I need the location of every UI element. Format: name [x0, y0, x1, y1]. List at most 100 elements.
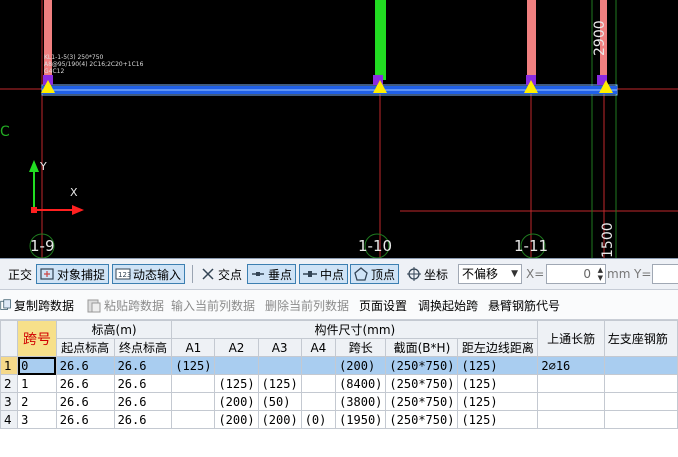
header-a2[interactable]: A2	[214, 338, 259, 357]
cell-span-no[interactable]: 3	[17, 410, 57, 429]
cell-end-elev[interactable]: 26.6	[113, 374, 173, 393]
table-row[interactable]: 1 0 26.6 26.6 (125) (200) (250*750) (125…	[0, 356, 678, 375]
cad-drawing-canvas[interactable]: KL1-1-5(3) 250*750 A8@95/190(4) 2C16;2C2…	[0, 0, 678, 258]
cell-dist-left[interactable]: (125)	[457, 392, 539, 411]
header-a4[interactable]: A4	[300, 338, 337, 357]
cell-a3[interactable]: (200)	[257, 410, 302, 429]
cell-end-elev[interactable]: 26.6	[113, 356, 173, 375]
cell-section[interactable]: (250*750)	[385, 392, 459, 411]
row-index[interactable]: 3	[0, 392, 19, 411]
cell-a1[interactable]	[171, 410, 216, 429]
cell-section[interactable]: (250*750)	[385, 374, 459, 393]
cell-start-elev[interactable]: 26.6	[55, 374, 115, 393]
y-coordinate-input[interactable]	[652, 264, 678, 284]
dynamic-input-button[interactable]: 123 动态输入	[112, 264, 186, 284]
header-end-elev[interactable]: 终点标高	[113, 338, 173, 357]
cell-top-bar[interactable]	[537, 392, 605, 411]
cell-a2[interactable]: (200)	[214, 392, 259, 411]
row-index[interactable]: 1	[0, 356, 19, 375]
input-current-column-button[interactable]: 输入当前列数据	[171, 297, 255, 314]
intersection-button[interactable]: 交点	[197, 264, 246, 284]
cell-end-elev[interactable]: 26.6	[113, 410, 173, 429]
cell-left-support[interactable]	[603, 356, 678, 375]
cell-dist-left[interactable]: (125)	[457, 374, 539, 393]
delete-current-column-button[interactable]: 删除当前列数据	[265, 297, 349, 314]
beam-annotation-1: KL1-1-5(3) 250*750	[44, 54, 104, 61]
span-data-grid[interactable]: 跨号 标高(m) 构件尺寸(mm) 上通长筋 左支座钢筋 起点标高 终点标高 A…	[0, 320, 678, 457]
cell-a4[interactable]	[300, 356, 337, 375]
cell-a1[interactable]	[171, 392, 216, 411]
coordinate-button[interactable]: 坐标	[403, 264, 452, 284]
coordinate-icon	[407, 267, 421, 281]
cell-a2[interactable]: (125)	[214, 374, 259, 393]
cell-a2[interactable]: (200)	[214, 410, 259, 429]
vertex-icon	[354, 267, 368, 281]
x-coordinate-input[interactable]: 0 ▲ ▼	[546, 264, 606, 284]
cell-section[interactable]: (250*750)	[385, 356, 459, 375]
cell-span-len[interactable]: (1950)	[335, 410, 387, 429]
adjust-start-span-button[interactable]: 调换起始跨	[418, 297, 478, 314]
cad-drawing	[0, 0, 678, 258]
cell-dist-left[interactable]: (125)	[457, 356, 539, 375]
cell-top-bar[interactable]	[537, 374, 605, 393]
header-span-len[interactable]: 跨长	[335, 338, 387, 357]
cell-a4[interactable]	[300, 392, 337, 411]
cell-left-support[interactable]	[603, 374, 678, 393]
cell-span-no[interactable]: 2	[17, 392, 57, 411]
cell-a3[interactable]: (50)	[257, 392, 302, 411]
header-dist-left[interactable]: 距左边线距离	[457, 338, 539, 357]
header-a1[interactable]: A1	[171, 338, 216, 357]
copy-span-button[interactable]: 复制跨数据	[0, 297, 74, 314]
cell-dist-left[interactable]: (125)	[457, 410, 539, 429]
unit-label: mm	[607, 267, 631, 281]
table-row[interactable]: 3 2 26.6 26.6 (200) (50) (3800) (250*750…	[0, 392, 678, 411]
cell-a4[interactable]	[300, 374, 337, 393]
cell-a4[interactable]: (0)	[300, 410, 337, 429]
dimension-2900: 2900	[592, 20, 608, 56]
dynamic-input-icon: 123	[115, 268, 131, 280]
paste-icon	[87, 299, 101, 313]
table-row[interactable]: 2 1 26.6 26.6 (125) (125) (8400) (250*75…	[0, 374, 678, 393]
header-start-elev[interactable]: 起点标高	[55, 338, 115, 357]
header-span-no[interactable]: 跨号	[17, 320, 57, 357]
header-top-long-bar[interactable]: 上通长筋	[537, 320, 605, 357]
cell-start-elev[interactable]: 26.6	[55, 392, 115, 411]
cell-start-elev[interactable]: 26.6	[55, 356, 115, 375]
cell-span-len[interactable]: (3800)	[335, 392, 387, 411]
perpendicular-icon	[252, 272, 264, 276]
copy-icon	[0, 299, 11, 310]
table-row[interactable]: 4 3 26.6 26.6 (200) (200) (0) (1950) (25…	[0, 410, 678, 429]
object-snap-button[interactable]: 对象捕捉	[36, 264, 110, 284]
cell-left-support[interactable]	[603, 392, 678, 411]
cell-top-bar[interactable]	[537, 410, 605, 429]
cell-end-elev[interactable]: 26.6	[113, 392, 173, 411]
offset-select[interactable]: 不偏移 ▼	[458, 264, 522, 284]
cell-section[interactable]: (250*750)	[385, 410, 459, 429]
paste-span-button[interactable]: 粘贴跨数据	[86, 297, 164, 314]
header-left-support[interactable]: 左支座钢筋	[603, 320, 678, 357]
perpendicular-button[interactable]: 垂点	[247, 264, 297, 284]
row-index[interactable]: 2	[0, 374, 19, 393]
corner-cell	[0, 320, 19, 357]
spinner-icon[interactable]: ▲ ▼	[598, 266, 603, 282]
cell-a1[interactable]	[171, 374, 216, 393]
cell-start-elev[interactable]: 26.6	[55, 410, 115, 429]
cell-a1[interactable]: (125)	[171, 356, 216, 375]
cell-top-bar[interactable]: 2⌀16	[537, 356, 605, 375]
cell-span-no[interactable]: 0	[17, 356, 57, 375]
cell-a3[interactable]	[257, 356, 302, 375]
cell-span-len[interactable]: (200)	[335, 356, 387, 375]
vertex-button[interactable]: 顶点	[350, 264, 400, 284]
cell-left-support[interactable]	[603, 410, 678, 429]
cell-a2[interactable]	[214, 356, 259, 375]
ortho-button[interactable]: 正交	[0, 264, 36, 284]
cell-span-no[interactable]: 1	[17, 374, 57, 393]
header-section[interactable]: 截面(B*H)	[385, 338, 459, 357]
midpoint-button[interactable]: 中点	[299, 264, 349, 284]
page-setup-button[interactable]: 页面设置	[359, 297, 407, 314]
cantilever-code-button[interactable]: 悬臂钢筋代号	[488, 297, 560, 314]
row-index[interactable]: 4	[0, 410, 19, 429]
header-a3[interactable]: A3	[257, 338, 302, 357]
cell-a3[interactable]: (125)	[257, 374, 302, 393]
cell-span-len[interactable]: (8400)	[335, 374, 387, 393]
